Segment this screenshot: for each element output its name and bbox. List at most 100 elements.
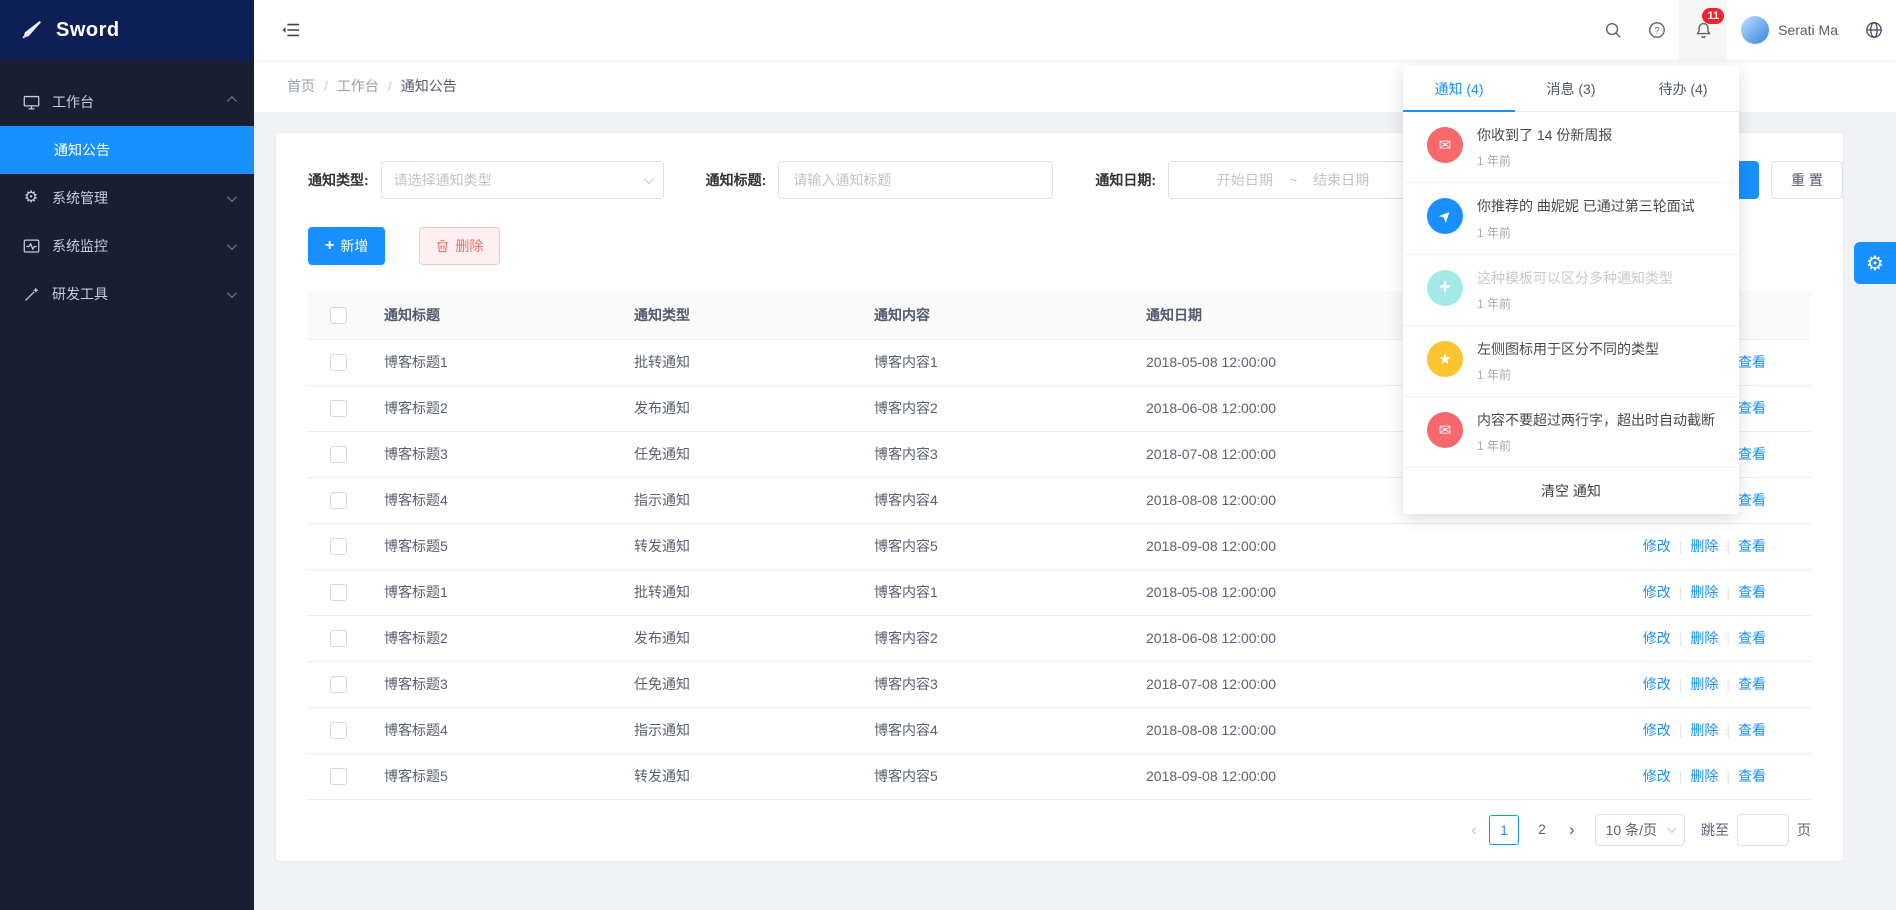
filter-type: 通知类型: 请选择通知类型	[308, 161, 664, 199]
cell-title: 博客标题5	[368, 523, 618, 569]
cell-content: 博客内容5	[858, 753, 1130, 799]
search-icon[interactable]	[1591, 0, 1635, 60]
view-link[interactable]: 查看	[1738, 538, 1766, 554]
select-all-checkbox[interactable]	[330, 307, 347, 324]
cell-title: 博客标题3	[368, 661, 618, 707]
clear-notifications-button[interactable]: 清空 通知	[1403, 468, 1739, 514]
row-checkbox[interactable]	[330, 446, 347, 463]
view-link[interactable]: 查看	[1738, 354, 1766, 370]
row-checkbox[interactable]	[330, 768, 347, 785]
row-checkbox[interactable]	[330, 584, 347, 601]
view-link[interactable]: 查看	[1738, 400, 1766, 416]
cell-date: 2018-06-08 12:00:00	[1130, 615, 1550, 661]
edit-link[interactable]: 修改	[1643, 584, 1671, 600]
view-link[interactable]: 查看	[1738, 722, 1766, 738]
globe-icon[interactable]	[1852, 0, 1896, 60]
row-checkbox[interactable]	[330, 538, 347, 555]
view-link[interactable]: 查看	[1738, 676, 1766, 692]
view-link[interactable]: 查看	[1738, 492, 1766, 508]
page-size-select[interactable]: 10 条/页	[1595, 814, 1685, 846]
reset-button[interactable]: 重 置	[1771, 161, 1843, 199]
menu-fold-button[interactable]	[276, 15, 306, 45]
edit-link[interactable]: 修改	[1643, 768, 1671, 784]
view-link[interactable]: 查看	[1738, 630, 1766, 646]
list-item[interactable]: ✉ 内容不要超过两行字，超出时自动截断 1 年前	[1403, 397, 1739, 468]
list-item[interactable]: + 这种模板可以区分多种通知类型 1 年前	[1403, 255, 1739, 326]
next-page-icon[interactable]: ›	[1565, 821, 1579, 838]
breadcrumb-separator: /	[388, 78, 392, 94]
list-item[interactable]: ✉ 你收到了 14 份新周报 1 年前	[1403, 112, 1739, 183]
tab-messages[interactable]: 消息 (3)	[1515, 66, 1627, 111]
delete-link[interactable]: 删除	[1690, 630, 1718, 646]
settings-gear-button[interactable]: ⚙	[1854, 242, 1896, 284]
user-menu[interactable]: Serati Ma	[1727, 0, 1852, 60]
row-checkbox[interactable]	[330, 492, 347, 509]
view-link[interactable]: 查看	[1738, 584, 1766, 600]
notification-list: ✉ 你收到了 14 份新周报 1 年前 ➤ 你推荐的 曲妮妮 已通过第三轮面试 …	[1403, 112, 1739, 468]
page-1[interactable]: 1	[1489, 815, 1519, 845]
filter-title: 通知标题:	[706, 161, 1054, 199]
list-item[interactable]: ➤ 你推荐的 曲妮妮 已通过第三轮面试 1 年前	[1403, 183, 1739, 254]
sidebar-item-workbench[interactable]: 工作台	[0, 78, 254, 126]
gear-icon: ⚙	[22, 190, 40, 206]
notice-type-select[interactable]: 请选择通知类型	[381, 161, 664, 199]
view-link[interactable]: 查看	[1738, 768, 1766, 784]
prev-page-icon[interactable]: ‹	[1467, 821, 1481, 838]
date-range-picker[interactable]: 开始日期 ~ 结束日期	[1168, 161, 1418, 199]
edit-link[interactable]: 修改	[1643, 676, 1671, 692]
delete-link[interactable]: 删除	[1690, 538, 1718, 554]
notification-tabs: 通知 (4) 消息 (3) 待办 (4)	[1403, 66, 1739, 112]
edit-link[interactable]: 修改	[1643, 722, 1671, 738]
notice-title-input[interactable]	[791, 171, 1040, 189]
tab-todos[interactable]: 待办 (4)	[1627, 66, 1739, 111]
sidebar-item-dev-tools[interactable]: 研发工具	[0, 270, 254, 318]
notification-badge: 11	[1702, 8, 1724, 24]
avatar	[1741, 16, 1769, 44]
help-icon[interactable]: ?	[1635, 0, 1679, 60]
notice-title-inputbox	[778, 161, 1053, 199]
delete-link[interactable]: 删除	[1690, 676, 1718, 692]
notification-time: 1 年前	[1477, 152, 1719, 169]
delete-link[interactable]: 删除	[1690, 768, 1718, 784]
page-2[interactable]: 2	[1527, 815, 1557, 845]
row-checkbox[interactable]	[330, 354, 347, 371]
notification-title: 你收到了 14 份新周报	[1477, 125, 1719, 145]
delete-button[interactable]: 删除	[419, 227, 500, 265]
app-title: Sword	[56, 19, 120, 42]
delete-link[interactable]: 删除	[1690, 584, 1718, 600]
cell-type: 批转通知	[618, 569, 858, 615]
edit-link[interactable]: 修改	[1643, 630, 1671, 646]
breadcrumb-current: 通知公告	[401, 76, 457, 96]
sidebar-item-system-management[interactable]: ⚙ 系统管理	[0, 174, 254, 222]
table-row: 博客标题5 转发通知 博客内容5 2018-09-08 12:00:00 修改|…	[308, 523, 1811, 569]
sidebar-item-notice[interactable]: 通知公告	[0, 126, 254, 174]
row-checkbox[interactable]	[330, 676, 347, 693]
tab-notifications[interactable]: 通知 (4)	[1403, 66, 1515, 111]
notification-time: 1 年前	[1477, 295, 1719, 312]
notification-time: 1 年前	[1477, 366, 1719, 383]
cell-title: 博客标题4	[368, 477, 618, 523]
sidebar-item-system-monitor[interactable]: 系统监控	[0, 222, 254, 270]
breadcrumb-workbench[interactable]: 工作台	[337, 76, 379, 96]
sidebar-item-label: 系统管理	[52, 188, 227, 208]
delete-link[interactable]: 删除	[1690, 722, 1718, 738]
start-date-placeholder: 开始日期	[1217, 170, 1273, 190]
cell-content: 博客内容4	[858, 477, 1130, 523]
user-name: Serati Ma	[1778, 22, 1838, 38]
jump-page-input[interactable]	[1737, 814, 1789, 846]
app-logo[interactable]: Sword	[0, 0, 254, 60]
cell-type: 指示通知	[618, 707, 858, 753]
bell-icon[interactable]: 11	[1679, 0, 1727, 60]
row-checkbox[interactable]	[330, 630, 347, 647]
list-item[interactable]: ★ 左侧图标用于区分不同的类型 1 年前	[1403, 326, 1739, 397]
row-checkbox[interactable]	[330, 722, 347, 739]
row-checkbox[interactable]	[330, 400, 347, 417]
topbar: ? 11 Serati Ma	[254, 0, 1896, 60]
cell-type: 转发通知	[618, 753, 858, 799]
cell-title: 博客标题2	[368, 385, 618, 431]
add-button[interactable]: + 新增	[308, 227, 385, 265]
plus-icon: +	[1427, 270, 1463, 306]
breadcrumb-home[interactable]: 首页	[287, 76, 315, 96]
view-link[interactable]: 查看	[1738, 446, 1766, 462]
edit-link[interactable]: 修改	[1643, 538, 1671, 554]
